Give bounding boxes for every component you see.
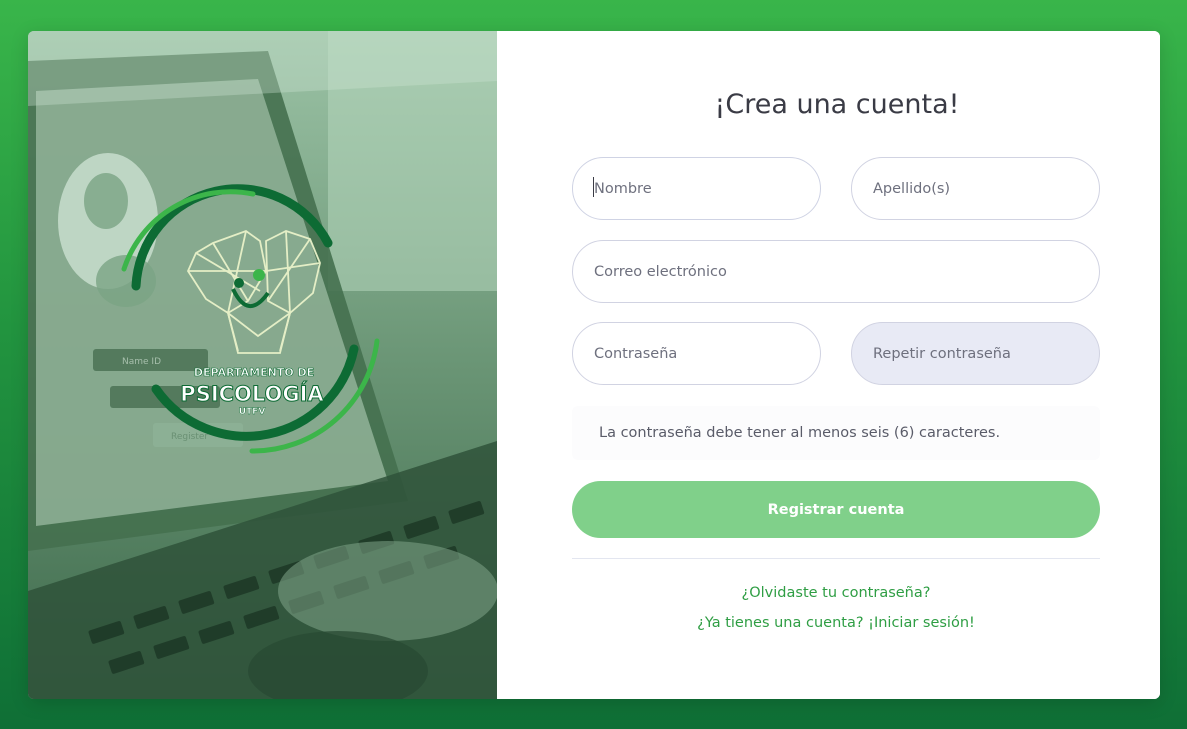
first-name-input[interactable] <box>572 157 821 220</box>
page-title: ¡Crea una cuenta! <box>714 89 960 120</box>
hero-image-panel: Name ID Register DEPARTAMENTO DE PSICOLO… <box>28 31 497 699</box>
last-name-input[interactable] <box>851 157 1100 220</box>
logo-line-3: UTFV <box>239 407 266 417</box>
register-form-panel: ¡Crea una cuenta! La contraseña debe ten… <box>497 31 1160 699</box>
screen-register-text: Register <box>171 432 208 442</box>
screen-name-field-text: Name ID <box>122 357 161 367</box>
login-link[interactable]: ¿Ya tienes una cuenta? ¡Iniciar sesión! <box>572 615 1100 631</box>
password-hint: La contraseña debe tener al menos seis (… <box>572 406 1100 460</box>
text-caret <box>593 177 594 197</box>
password-input[interactable] <box>572 322 821 385</box>
register-button[interactable]: Registrar cuenta <box>572 481 1100 538</box>
laptop-photo-illustration: Name ID Register DEPARTAMENTO DE PSICOLO… <box>28 31 497 699</box>
logo-line-1: DEPARTAMENTO DE <box>194 366 314 379</box>
repeat-password-input[interactable] <box>851 322 1100 385</box>
forgot-password-link[interactable]: ¿Olvidaste tu contraseña? <box>572 585 1100 601</box>
divider <box>572 558 1100 559</box>
logo-line-2: PSICOLOGÍA <box>180 381 324 406</box>
email-input[interactable] <box>572 240 1100 303</box>
register-card: Name ID Register DEPARTAMENTO DE PSICOLO… <box>28 31 1160 699</box>
